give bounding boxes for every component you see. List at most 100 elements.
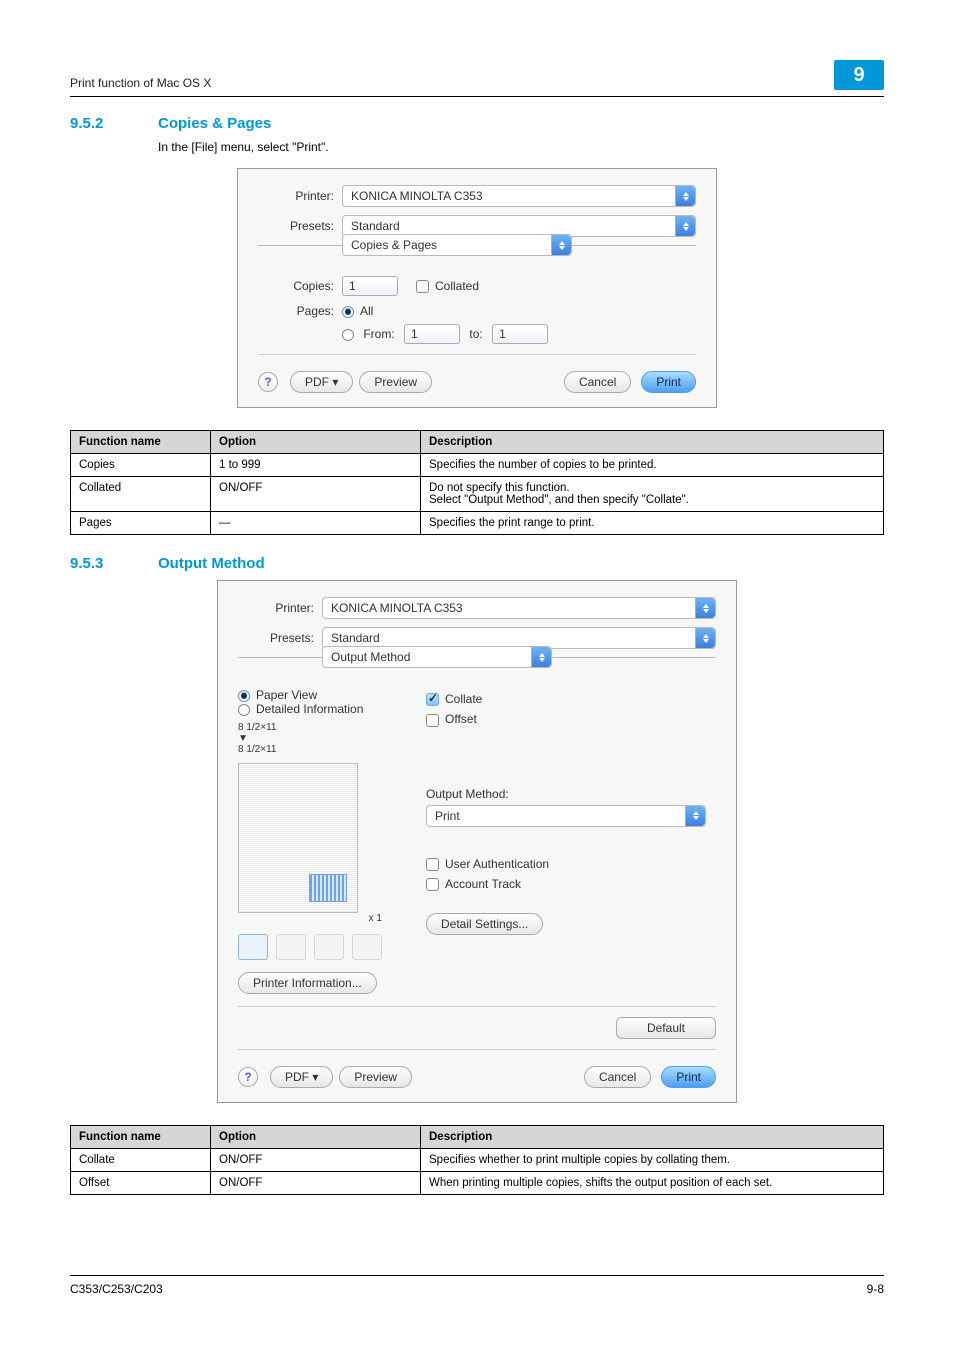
dialog-divider [258,354,696,355]
copies-input[interactable]: 1 [342,276,398,296]
right-column: Collate Offset Output Method: Print User… [426,688,716,994]
footer-right: 9-8 [867,1282,884,1296]
preview-button[interactable]: Preview [339,1066,412,1088]
table-header: Description [421,431,884,454]
printer-icon [238,934,268,960]
screenshot-copies-pages: Printer: KONICA MINOLTA C353 Presets: St… [70,168,884,408]
chevron-updown-icon [551,235,571,255]
copies-label: Copies: [258,279,342,293]
page: Print function of Mac OS X 9 9.5.2 Copie… [0,0,954,1336]
pages-from-input[interactable]: 1 [404,324,460,344]
cancel-button[interactable]: Cancel [584,1066,651,1088]
help-button[interactable]: ? [238,1067,258,1087]
print-dialog-output-method: Printer: KONICA MINOLTA C353 Presets: St… [217,580,737,1103]
output-method-table: Function name Option Description Collate… [70,1125,884,1195]
chevron-updown-icon [675,216,695,236]
section-number: 9.5.3 [70,555,134,572]
pages-all-label: All [360,304,373,318]
help-button[interactable]: ? [258,372,278,392]
pdf-button[interactable]: PDF ▾ [290,371,353,393]
table-row: Collated ON/OFF Do not specify this func… [71,477,884,512]
cell-desc: When printing multiple copies, shifts th… [421,1172,884,1195]
default-button[interactable]: Default [616,1017,716,1039]
section-number: 9.5.2 [70,115,134,132]
print-button[interactable]: Print [661,1066,716,1088]
collate-label: Collate [445,692,482,706]
cell-opt: ON/OFF [211,1172,421,1195]
cell-desc: Specifies whether to print multiple copi… [421,1149,884,1172]
printer-label: Printer: [258,189,342,203]
detail-settings-button[interactable]: Detail Settings... [426,913,543,935]
output-method-select[interactable]: Print [426,805,706,827]
pdf-button[interactable]: PDF ▾ [270,1066,333,1088]
cell-desc: Specifies the print range to print. [421,512,884,535]
detailed-info-radio[interactable] [238,704,250,716]
presets-value: Standard [351,219,400,233]
table-row: Copies 1 to 999 Specifies the number of … [71,454,884,477]
cell-fn: Collated [71,477,211,512]
offset-checkbox[interactable] [426,714,439,727]
paper-view-radio[interactable] [238,690,250,702]
panel-select[interactable]: Output Method [322,646,552,668]
printer-value: KONICA MINOLTA C353 [351,189,483,203]
output-method-label: Output Method: [426,787,716,801]
left-column: Paper View Detailed Information 8 1/2×11… [238,688,408,994]
chapter-badge: 9 [834,60,884,90]
page-header: Print function of Mac OS X 9 [70,60,884,94]
print-button[interactable]: Print [641,371,696,393]
cell-desc: Specifies the number of copies to be pri… [421,454,884,477]
fold-icon [276,934,306,960]
section-intro: In the [File] menu, select "Print". [158,140,884,154]
section-title: Copies & Pages [158,115,271,132]
table-header: Function name [71,1126,211,1149]
user-auth-checkbox[interactable] [426,858,439,871]
print-dialog-copies-pages: Printer: KONICA MINOLTA C353 Presets: St… [237,168,717,408]
copies-x1: x 1 [238,913,408,924]
table-row: Offset ON/OFF When printing multiple cop… [71,1172,884,1195]
punch-icon [352,934,382,960]
collate-checkbox[interactable] [426,693,439,706]
cell-opt: 1 to 999 [211,454,421,477]
pages-to-label: to: [469,327,482,341]
cell-fn: Offset [71,1172,211,1195]
presets-label: Presets: [258,219,342,233]
icon-row [238,934,408,960]
account-track-checkbox[interactable] [426,878,439,891]
table-header: Description [421,1126,884,1149]
detailed-info-label: Detailed Information [256,702,363,716]
paper-size-top: 8 1/2×11 [238,722,408,733]
collated-checkbox[interactable] [416,280,429,293]
panel-select[interactable]: Copies & Pages [342,234,572,256]
panel-divider: Copies & Pages [258,245,696,268]
cell-fn: Collate [71,1149,211,1172]
preview-button[interactable]: Preview [359,371,432,393]
page-footer: C353/C253/C203 9-8 [70,1275,884,1296]
dialog-divider [238,1049,716,1050]
chevron-updown-icon [531,647,551,667]
table-row: Collate ON/OFF Specifies whether to prin… [71,1149,884,1172]
section-heading-copies-pages: 9.5.2 Copies & Pages [70,115,884,132]
cell-fn: Copies [71,454,211,477]
pages-from-radio[interactable] [342,329,354,341]
header-rule [70,96,884,97]
paper-size-arrow-icon: ▼ [238,733,408,744]
pages-to-input[interactable]: 1 [492,324,548,344]
user-auth-label: User Authentication [445,857,549,871]
screenshot-output-method: Printer: KONICA MINOLTA C353 Presets: St… [70,580,884,1103]
cancel-button[interactable]: Cancel [564,371,631,393]
table-header: Option [211,431,421,454]
output-method-value: Print [435,809,460,823]
chevron-updown-icon [695,628,715,648]
paper-view-label: Paper View [256,688,317,702]
pages-all-radio[interactable] [342,306,354,318]
printer-information-button[interactable]: Printer Information... [238,972,377,994]
printer-select[interactable]: KONICA MINOLTA C353 [322,597,716,619]
presets-label: Presets: [238,631,322,645]
pages-from-label: From: [363,327,394,341]
chevron-updown-icon [675,186,695,206]
offset-label: Offset [445,712,477,726]
printer-label: Printer: [238,601,322,615]
footer-left: C353/C253/C203 [70,1282,163,1296]
chevron-updown-icon [695,598,715,618]
printer-select[interactable]: KONICA MINOLTA C353 [342,185,696,207]
